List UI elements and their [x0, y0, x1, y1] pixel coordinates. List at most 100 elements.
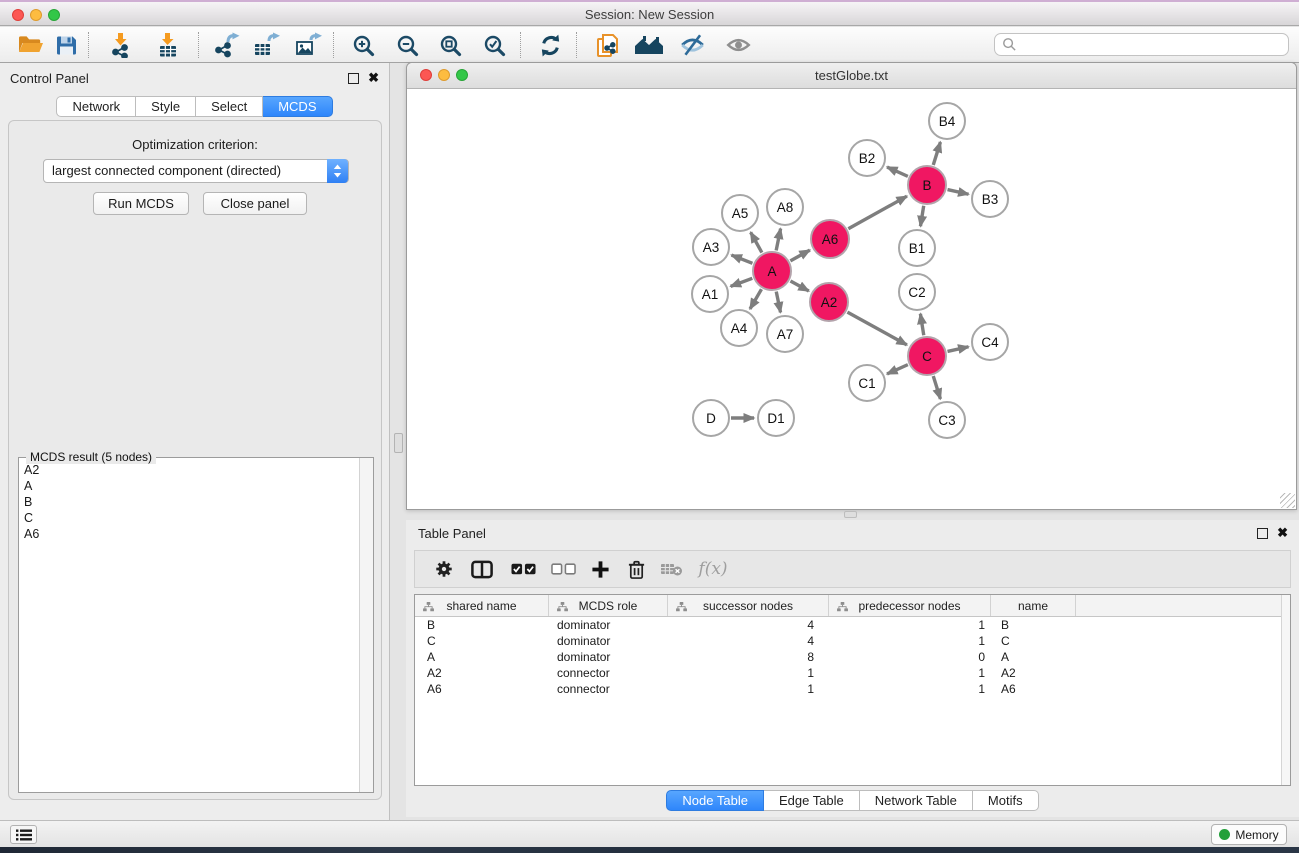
table-cell[interactable]: 1 [829, 633, 991, 649]
table-cell[interactable]: A [415, 649, 549, 665]
column-header-predecessor-nodes[interactable]: predecessor nodes [829, 595, 991, 616]
optimization-criterion-select[interactable]: largest connected component (directed) [43, 159, 349, 183]
graph-node-A3[interactable]: A3 [692, 228, 730, 266]
mcds-result-item[interactable]: A2 [20, 462, 358, 478]
table-cell[interactable]: dominator [549, 617, 668, 633]
deselect-all-columns-icon[interactable] [547, 551, 579, 587]
tab-edge-table[interactable]: Edge Table [764, 790, 860, 811]
node-table[interactable]: shared nameMCDS rolesuccessor nodesprede… [414, 594, 1291, 786]
graph-node-D1[interactable]: D1 [757, 399, 795, 437]
table-cell[interactable]: 8 [668, 649, 829, 665]
table-cell[interactable]: A [991, 649, 1076, 665]
graph-node-A6[interactable]: A6 [810, 219, 850, 259]
graph-edge-A-A8[interactable] [776, 229, 780, 251]
float-table-panel-icon[interactable] [1257, 528, 1268, 539]
tab-style[interactable]: Style [136, 96, 196, 117]
export-table-icon[interactable] [248, 30, 284, 60]
delete-table-icon[interactable] [657, 551, 687, 587]
graph-edge-B-B1[interactable] [920, 206, 923, 227]
export-network-icon[interactable] [208, 30, 244, 60]
save-session-icon[interactable] [48, 30, 84, 60]
zoom-out-icon[interactable] [389, 30, 425, 60]
column-header-shared-name[interactable]: shared name [415, 595, 549, 616]
graph-edge-A-A6[interactable] [790, 250, 809, 261]
column-header-successor-nodes[interactable]: successor nodes [668, 595, 829, 616]
search-input[interactable] [994, 33, 1289, 56]
function-builder-icon[interactable]: f(x) [693, 551, 733, 587]
table-cell[interactable]: connector [549, 681, 668, 697]
table-settings-icon[interactable] [429, 551, 459, 587]
table-cell[interactable]: C [991, 633, 1076, 649]
table-cell[interactable]: A6 [415, 681, 549, 697]
graph-edge-B-B4[interactable] [933, 142, 940, 165]
graph-edge-B-B3[interactable] [947, 190, 968, 195]
graph-node-B2[interactable]: B2 [848, 139, 886, 177]
table-scrollbar[interactable] [1281, 595, 1290, 785]
table-cell[interactable]: 4 [668, 617, 829, 633]
graph-node-B4[interactable]: B4 [928, 102, 966, 140]
graph-edge-C-C3[interactable] [933, 376, 940, 399]
table-cell[interactable]: 1 [668, 681, 829, 697]
graph-node-A4[interactable]: A4 [720, 309, 758, 347]
refresh-view-icon[interactable] [532, 30, 568, 60]
graph-edge-A-A1[interactable] [731, 278, 753, 286]
graph-node-A2[interactable]: A2 [809, 282, 849, 322]
table-row[interactable]: Cdominator41C [415, 633, 1290, 649]
graph-node-C[interactable]: C [907, 336, 947, 376]
close-table-panel-icon[interactable]: ✖ [1277, 525, 1288, 541]
mcds-result-item[interactable]: C [20, 510, 358, 526]
table-cell[interactable]: 1 [829, 681, 991, 697]
show-selected-eye-icon[interactable] [720, 30, 756, 60]
close-panel-icon[interactable]: ✖ [368, 70, 379, 86]
graph-node-C4[interactable]: C4 [971, 323, 1009, 361]
hide-selected-eye-icon[interactable] [674, 30, 710, 60]
table-cell[interactable]: A2 [415, 665, 549, 681]
graph-edge-A6-B[interactable] [848, 196, 907, 229]
graph-node-A5[interactable]: A5 [721, 194, 759, 232]
split-panel-icon[interactable] [467, 551, 497, 587]
tab-mcds[interactable]: MCDS [263, 96, 332, 117]
float-panel-icon[interactable] [348, 73, 359, 84]
table-cell[interactable]: C [415, 633, 549, 649]
zoom-fit-icon[interactable] [432, 30, 468, 60]
graph-node-C3[interactable]: C3 [928, 401, 966, 439]
table-row[interactable]: Adominator80A [415, 649, 1290, 665]
tab-network[interactable]: Network [56, 96, 136, 117]
graph-node-D[interactable]: D [692, 399, 730, 437]
horizontal-splitter-grip[interactable] [844, 511, 857, 518]
graph-node-A1[interactable]: A1 [691, 275, 729, 313]
delete-columns-icon[interactable] [621, 551, 651, 587]
graph-edge-A-A4[interactable] [750, 289, 761, 309]
table-cell[interactable]: A6 [991, 681, 1076, 697]
zoom-in-icon[interactable] [345, 30, 381, 60]
import-table-icon[interactable] [150, 30, 186, 60]
column-header-name[interactable]: name [991, 595, 1076, 616]
memory-button[interactable]: Memory [1211, 824, 1287, 845]
mcds-result-list[interactable]: A2ABCA6 [20, 462, 358, 791]
task-history-button[interactable] [10, 825, 37, 844]
table-cell[interactable]: B [415, 617, 549, 633]
graph-edge-C-C1[interactable] [887, 365, 908, 374]
table-cell[interactable]: 0 [829, 649, 991, 665]
tab-motifs[interactable]: Motifs [973, 790, 1039, 811]
table-cell[interactable]: dominator [549, 633, 668, 649]
table-row[interactable]: Bdominator41B [415, 617, 1290, 633]
close-panel-button[interactable]: Close panel [203, 192, 307, 215]
create-new-column-icon[interactable] [585, 551, 615, 587]
graph-edge-A-A7[interactable] [776, 292, 780, 313]
export-image-icon[interactable] [290, 30, 326, 60]
table-cell[interactable]: B [991, 617, 1076, 633]
graph-edge-B-B2[interactable] [887, 167, 908, 176]
table-cell[interactable]: 1 [829, 617, 991, 633]
graph-node-C2[interactable]: C2 [898, 273, 936, 311]
graph-edge-A-A2[interactable] [790, 281, 808, 291]
graph-node-A8[interactable]: A8 [766, 188, 804, 226]
table-cell[interactable]: 1 [668, 665, 829, 681]
run-mcds-button[interactable]: Run MCDS [93, 192, 189, 215]
tab-select[interactable]: Select [196, 96, 263, 117]
graph-node-B3[interactable]: B3 [971, 180, 1009, 218]
import-network-icon[interactable] [103, 30, 139, 60]
graph-edge-A-A5[interactable] [751, 232, 762, 252]
table-row[interactable]: A6connector11A6 [415, 681, 1290, 697]
network-window-titlebar[interactable]: testGlobe.txt [407, 63, 1296, 89]
